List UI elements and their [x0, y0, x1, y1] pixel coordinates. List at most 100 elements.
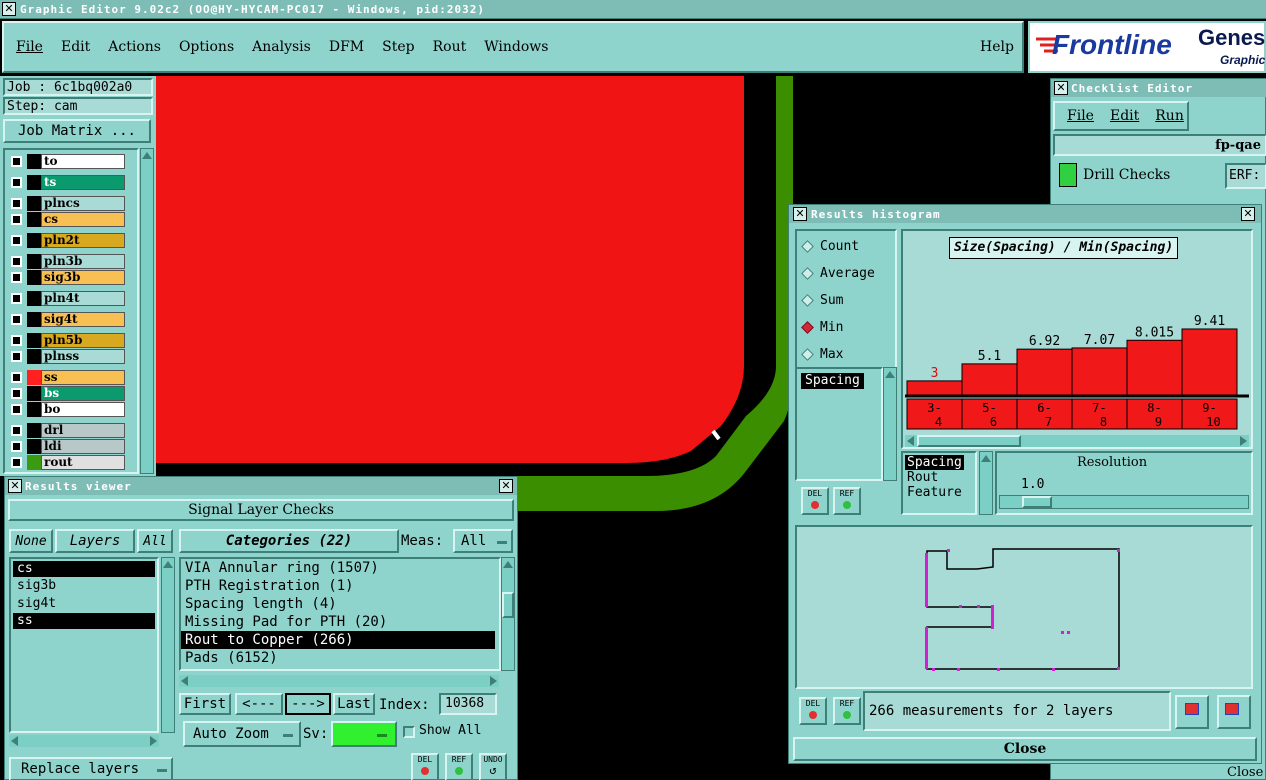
radio-diamond-icon[interactable]	[801, 320, 814, 334]
layer-toggle-icon[interactable]	[11, 198, 22, 209]
radio-diamond-icon[interactable]	[801, 239, 814, 253]
category-item[interactable]: Pads (6152)	[181, 649, 499, 667]
layer-color-swatch[interactable]	[27, 254, 41, 269]
checklist-menu-file[interactable]: File	[1067, 108, 1094, 124]
layer-scrollbar[interactable]	[140, 148, 154, 474]
checklist-close-icon[interactable]: ✕	[1054, 81, 1068, 95]
histogram-ref-button[interactable]: REF	[833, 487, 861, 515]
next-button[interactable]: --->	[285, 693, 331, 715]
layer-name[interactable]: drl	[41, 423, 125, 438]
layer-color-swatch[interactable]	[27, 386, 41, 401]
layer-toggle-icon[interactable]	[11, 425, 22, 436]
layer-name[interactable]: plnss	[41, 349, 125, 364]
layer-toggle-icon[interactable]	[11, 235, 22, 246]
layer-item[interactable]: cs	[13, 561, 155, 577]
window-menu-icon[interactable]: ✕	[2, 2, 16, 16]
sv-color-select[interactable]	[331, 721, 397, 747]
radio-diamond-icon[interactable]	[801, 347, 814, 361]
layer-color-swatch[interactable]	[27, 291, 41, 306]
menu-help[interactable]: Help	[980, 39, 1014, 55]
menu-analysis[interactable]: Analysis	[252, 39, 311, 55]
job-matrix-button[interactable]: Job Matrix ...	[3, 119, 151, 143]
radio-diamond-icon[interactable]	[801, 293, 814, 307]
menu-actions[interactable]: Actions	[108, 39, 161, 55]
menu-options[interactable]: Options	[179, 39, 234, 55]
layer-toggle-icon[interactable]	[11, 335, 22, 346]
mode-radio-sum[interactable]: Sum	[801, 291, 843, 309]
layer-row-ldi[interactable]: ldi	[7, 439, 135, 454]
histogram-close-button[interactable]: Close	[793, 737, 1257, 761]
category-item[interactable]: VIA Annular ring (1507)	[181, 559, 499, 577]
layer-item[interactable]: sig3b	[13, 577, 155, 595]
layer-row-cs[interactable]: cs	[7, 212, 135, 227]
layer-row-ss[interactable]: ss	[7, 370, 135, 385]
layer-color-swatch[interactable]	[27, 455, 41, 470]
viewer-del-button[interactable]: DEL	[411, 753, 439, 780]
layer-color-swatch[interactable]	[27, 175, 41, 190]
layer-color-swatch[interactable]	[27, 270, 41, 285]
layer-toggle-icon[interactable]	[11, 404, 22, 415]
layer-name[interactable]: rout	[41, 455, 125, 470]
layer-name[interactable]: bs	[41, 386, 125, 401]
replace-layers-select[interactable]: Replace layers	[9, 757, 173, 780]
layer-color-swatch[interactable]	[27, 423, 41, 438]
layer-row-bo[interactable]: bo	[7, 402, 135, 417]
auto-zoom-select[interactable]: Auto Zoom	[183, 721, 301, 747]
layer-name[interactable]: pln3b	[41, 254, 125, 269]
layer-row-pln4t[interactable]: pln4t	[7, 291, 135, 306]
chart-h-scrollbar[interactable]	[905, 435, 1249, 447]
layer-row-ts[interactable]: ts	[7, 175, 135, 190]
layer-item[interactable]: ss	[13, 613, 155, 629]
resolution-slider[interactable]	[999, 495, 1249, 509]
layer-item[interactable]: sig4t	[13, 595, 155, 613]
layer-color-swatch[interactable]	[27, 212, 41, 227]
category-hscroll[interactable]	[179, 675, 499, 687]
layer-name[interactable]: ldi	[41, 439, 125, 454]
radio-diamond-icon[interactable]	[801, 266, 814, 280]
layer-name[interactable]: cs	[41, 212, 125, 227]
measure-item[interactable]: Spacing	[801, 373, 864, 389]
viewer-undo-button[interactable]: UNDO ↺	[479, 753, 507, 780]
layer-name[interactable]: bo	[41, 402, 125, 417]
all-button[interactable]: All	[137, 529, 173, 553]
index-input[interactable]: 10368	[439, 693, 497, 715]
layer-row-plncs[interactable]: plncs	[7, 196, 135, 211]
layer-name[interactable]: pln2t	[41, 233, 125, 248]
layer-color-swatch[interactable]	[27, 370, 41, 385]
none-button[interactable]: None	[9, 529, 53, 553]
layer-row-bs[interactable]: bs	[7, 386, 135, 401]
menu-windows[interactable]: Windows	[484, 39, 548, 55]
first-button[interactable]: First	[179, 693, 231, 715]
layer-color-swatch[interactable]	[27, 439, 41, 454]
histogram-bar[interactable]	[961, 363, 1018, 396]
layer-name[interactable]: ts	[41, 175, 125, 190]
layer-color-swatch[interactable]	[27, 154, 41, 169]
preview-del-button[interactable]: DEL	[799, 697, 827, 725]
layer-row-rout[interactable]: rout	[7, 455, 135, 470]
drill-check-icon[interactable]	[1059, 163, 1077, 187]
histogram-menu-icon[interactable]: ✕	[793, 207, 807, 221]
measure-scrollbar[interactable]	[883, 367, 897, 481]
zoom-window-icon[interactable]	[1217, 695, 1251, 729]
layer-row-pln3b[interactable]: pln3b	[7, 254, 135, 269]
layer-row-pln5b[interactable]: pln5b	[7, 333, 135, 348]
layer-name[interactable]: sig3b	[41, 270, 125, 285]
viewer-ref-button[interactable]: REF	[445, 753, 473, 780]
preview-ref-button[interactable]: REF	[833, 697, 861, 725]
layer-toggle-icon[interactable]	[11, 272, 22, 283]
layer-row-sig4t[interactable]: sig4t	[7, 312, 135, 327]
histogram-del-button[interactable]: DEL	[801, 487, 829, 515]
category-item[interactable]: Rout to Copper (266)	[181, 631, 495, 649]
layers-button[interactable]: Layers	[55, 529, 135, 553]
mode-radio-count[interactable]: Count	[801, 237, 859, 255]
checklist-menu-run[interactable]: Run	[1155, 108, 1184, 124]
show-all-checkbox[interactable]	[403, 726, 415, 738]
last-button[interactable]: Last	[333, 693, 375, 715]
layer-toggle-icon[interactable]	[11, 256, 22, 267]
layer-color-swatch[interactable]	[27, 196, 41, 211]
sort-item-feature[interactable]: Feature	[903, 485, 975, 500]
checklist-item[interactable]: Drill Checks	[1083, 167, 1170, 183]
menu-edit[interactable]: Edit	[61, 39, 90, 55]
sort-item-spacing[interactable]: Spacing	[905, 455, 964, 470]
layer-row-sig3b[interactable]: sig3b	[7, 270, 135, 285]
